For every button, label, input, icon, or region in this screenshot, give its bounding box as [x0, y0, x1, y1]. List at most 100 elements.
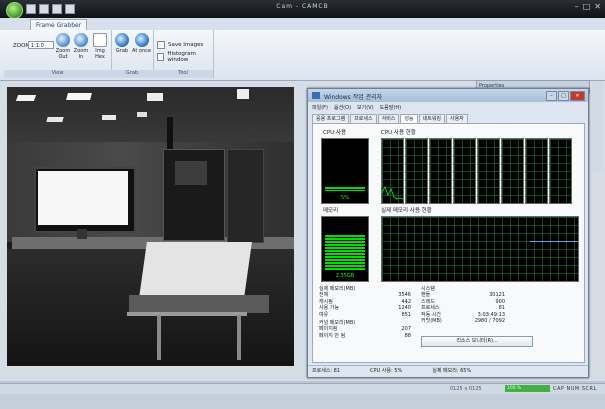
- tool-group: Save Images Histogram window Tool: [153, 30, 214, 78]
- histogram-window-checkbox[interactable]: Histogram window: [157, 51, 213, 63]
- keyboard-indicators: CAP NUM SCRL: [553, 386, 597, 392]
- memory-gauge-fill: [325, 235, 365, 271]
- grab-button[interactable]: Grab: [113, 33, 131, 54]
- menu-options[interactable]: 옵션(O): [334, 104, 351, 111]
- save-images-checkbox[interactable]: Save Images: [157, 41, 203, 49]
- stat-key: 여유: [319, 311, 329, 318]
- print-icon[interactable]: [65, 4, 75, 14]
- task-manager-menu: 파일(F) 옵션(O) 보기(V) 도움말(H): [312, 104, 401, 111]
- zoom-in-label: Zoom In: [73, 48, 89, 60]
- status-memory: 실제 메모리: 65%: [432, 368, 472, 374]
- close-button[interactable]: ✕: [594, 2, 601, 11]
- open-folder-icon[interactable]: [39, 4, 49, 14]
- at-once-button[interactable]: At once: [132, 33, 151, 54]
- view-group-title: View: [4, 70, 111, 78]
- at-once-label: At once: [132, 48, 151, 54]
- tab-applications[interactable]: 응용 프로그램: [312, 114, 350, 123]
- maximize-button[interactable]: □: [583, 2, 591, 11]
- cursor-coords: 0125 x 0125: [450, 386, 482, 392]
- chair-leg: [237, 315, 241, 360]
- status-cpu: CPU 사용: 5%: [370, 368, 403, 374]
- tab-services[interactable]: 서비스: [377, 114, 400, 123]
- skip-icon: [134, 33, 149, 47]
- system-stats: 시스템 핸들 30121 스레드 900 프로세스 81 작동 시간 3:03:49:1…: [421, 286, 505, 324]
- monitor-screen: [38, 171, 128, 225]
- stat-key: 페이지 안 됨: [319, 332, 346, 339]
- menu-help[interactable]: 도움말(H): [380, 104, 401, 111]
- task-manager-title: Windows 작업 관리자: [324, 94, 383, 101]
- zoom-select[interactable]: 1:1.0: [28, 41, 54, 49]
- physical-memory-stats: 실제 메모리(MB) 전체 3546 캐시됨 442 사용 가능 1240 여유 851: [319, 286, 411, 318]
- checkbox-icon: [157, 41, 165, 49]
- zoom-out-icon: [56, 33, 70, 47]
- quick-access-toolbar: [26, 4, 75, 14]
- ceiling-light: [137, 112, 147, 117]
- stat-row: 커밋(MB) 2980 / 7092: [421, 318, 505, 324]
- image-hex-icon: [93, 33, 107, 47]
- stat-value: 851: [401, 311, 411, 318]
- grab-label: Grab: [115, 48, 129, 54]
- menu-file[interactable]: 파일(F): [312, 104, 328, 111]
- window-title: Cam - CAMCB: [276, 3, 329, 10]
- kernel-memory-stats: 커널 메모리(MB) 페이지됨 207 페이지 안 됨 88: [319, 320, 411, 339]
- save-icon[interactable]: [52, 4, 62, 14]
- task-manager-status-bar: 프로세스: 81 CPU 사용: 5% 실제 메모리: 65%: [308, 365, 588, 376]
- ceiling-light: [147, 93, 163, 101]
- cpu-core-graph: [501, 138, 524, 204]
- app-menu-button[interactable]: [6, 2, 23, 19]
- zoom-in-button[interactable]: Zoom In: [72, 33, 90, 60]
- ribbon-tab-row: [0, 18, 605, 30]
- resource-monitor-button[interactable]: 리소스 모니터(R)...: [421, 336, 533, 347]
- memory-history-line: [530, 241, 578, 242]
- cpu-history-label: CPU 사용 현황: [381, 130, 416, 136]
- save-images-label: Save Images: [168, 42, 204, 48]
- tm-maximize-button[interactable]: □: [558, 91, 569, 101]
- memory-gauge: 2.35GB: [321, 216, 369, 282]
- zoom-out-label: Zoom Out: [55, 48, 71, 60]
- chair-leg: [157, 315, 161, 360]
- checkbox-icon: [157, 53, 165, 61]
- cabinet: [227, 149, 264, 243]
- cpu-core-graph: [477, 138, 500, 204]
- task-manager-window: Windows 작업 관리자 – □ ✕ 파일(F) 옵션(O) 보기(V) 도…: [307, 88, 589, 378]
- minimize-button[interactable]: –: [575, 2, 579, 11]
- tm-close-button[interactable]: ✕: [570, 91, 585, 101]
- tab-processes[interactable]: 프로세스: [350, 114, 377, 123]
- memory-history-graph: [381, 216, 579, 282]
- ceiling-light: [102, 115, 116, 120]
- cpu-core-graph: [525, 138, 548, 204]
- performance-panel: CPU 사용 5% CPU 사용 현황 메모리 2.35GB 실제 메모리 사용…: [312, 123, 585, 363]
- tool-group-title: Tool: [153, 70, 213, 78]
- monitor-stand: [77, 229, 87, 239]
- stat-value: 2980 / 7092: [474, 318, 505, 325]
- img-hex-button[interactable]: Img Hex: [91, 33, 109, 60]
- bottom-strip: [0, 394, 605, 409]
- new-file-icon[interactable]: [26, 4, 36, 14]
- memory-label: 메모리: [323, 208, 339, 214]
- tm-minimize-button[interactable]: –: [546, 91, 557, 101]
- chair-seat: [129, 295, 269, 313]
- memory-usage-value: 2.35GB: [335, 273, 355, 279]
- camera-frame-view[interactable]: [7, 87, 294, 366]
- img-hex-label: Img Hex: [95, 48, 105, 60]
- menu-view[interactable]: 보기(V): [357, 104, 374, 111]
- cpu-core-graph: [453, 138, 476, 204]
- tab-users[interactable]: 사용자: [446, 114, 468, 123]
- task-manager-icon: [312, 92, 320, 99]
- status-processes: 프로세스: 81: [312, 368, 341, 374]
- pc-internals: [175, 161, 207, 185]
- zoom-in-icon: [74, 33, 88, 47]
- tab-networking[interactable]: 네트워킹: [418, 114, 446, 123]
- cpu-usage-value: 5%: [341, 195, 349, 201]
- tab-performance[interactable]: 성능: [400, 114, 418, 123]
- task-manager-controls: – □ ✕: [546, 91, 585, 101]
- progress-indicator: 100 %: [505, 385, 550, 392]
- view-group: ZOOM 1:1.0 Zoom Out Zoom In Img Hex View: [4, 30, 112, 78]
- stat-row: 페이지 안 됨 88: [319, 333, 411, 339]
- task-manager-tabs: 응용 프로그램 프로세스 서비스 성능 네트워킹 사용자: [312, 114, 468, 123]
- stat-value: 88: [404, 332, 411, 339]
- zoom-out-button[interactable]: Zoom Out: [54, 33, 72, 60]
- cpu-gauge-fill: [325, 187, 365, 191]
- chair-leg: [127, 312, 247, 316]
- ceiling-light: [46, 117, 64, 122]
